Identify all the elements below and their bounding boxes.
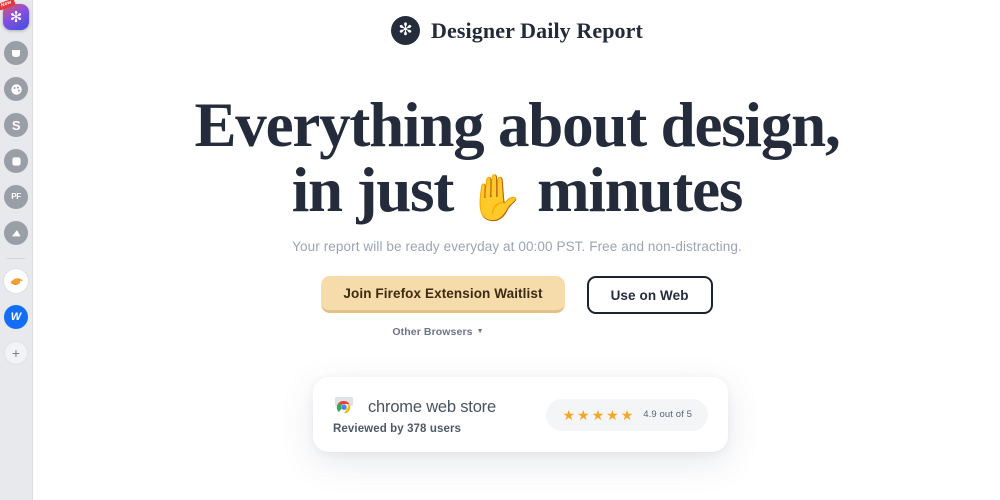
headline-line-2-before: in just — [291, 154, 455, 225]
designer-daily-report-app-icon: ✻ New — [0, 0, 29, 30]
web-page-content: ✻ Designer Daily Report Everything about… — [34, 0, 1000, 500]
mountain-icon — [4, 221, 28, 245]
asterisk-logo-icon: ✻ — [391, 16, 421, 45]
cta-button-row: Join Firefox Extension Waitlist Use on W… — [34, 275, 1000, 314]
store-title-row: chrome web store — [333, 394, 496, 421]
square-icon — [4, 149, 28, 173]
sidebar-pinned-orange-bird[interactable] — [3, 268, 29, 294]
sidebar-pinned-webflow[interactable]: W — [3, 304, 29, 330]
site-header: ✻ Designer Daily Report — [34, 0, 1000, 45]
sidebar-tab-square[interactable] — [3, 148, 29, 174]
plus-icon: + — [4, 341, 28, 365]
browser-sidebar: ✻ New S PF W + — [0, 0, 33, 500]
headline-line-1: Everything about design, — [194, 90, 840, 160]
other-browsers-dropdown[interactable]: Other Browsers ▼ — [392, 326, 483, 338]
orange-bird-icon — [4, 269, 28, 293]
add-tab-button[interactable]: + — [3, 340, 29, 366]
rating-value-text: 4.9 out of 5 — [643, 409, 692, 420]
star-icon: ★ — [620, 406, 634, 423]
sidebar-tab-pf[interactable]: PF — [3, 184, 29, 210]
chevron-down-icon: ▼ — [476, 328, 484, 336]
sidebar-tab-palette[interactable] — [3, 76, 29, 102]
sidebar-tab-designer-daily-report[interactable]: ✻ New — [0, 0, 29, 30]
store-info-block: chrome web store Reviewed by 378 users — [333, 394, 496, 435]
palette-icon — [4, 77, 28, 101]
brand-name: Designer Daily Report — [431, 17, 643, 43]
raised-hand-emoji-icon: ✋ — [467, 172, 524, 223]
star-icon: ★ — [591, 406, 605, 423]
cup-icon — [4, 41, 28, 65]
chrome-web-store-icon — [333, 394, 355, 421]
sidebar-tab-cup[interactable] — [3, 40, 29, 66]
hero-section: Everything about design, in just ✋ minut… — [34, 93, 1000, 340]
review-card: chrome web store Reviewed by 378 users ★… — [313, 377, 728, 452]
star-icon: ★ — [577, 406, 590, 423]
page-subheadline: Your report will be ready everyday at 00… — [292, 238, 742, 254]
sidebar-divider — [7, 258, 25, 259]
letter-s-icon: S — [4, 113, 28, 137]
join-firefox-extension-waitlist-button[interactable]: Join Firefox Extension Waitlist — [321, 275, 565, 313]
star-rating: ★ ★ ★ ★ ★ — [562, 408, 633, 422]
star-icon: ★ — [606, 406, 619, 423]
rating-pill: ★ ★ ★ ★ ★ 4.9 out of 5 — [546, 398, 708, 431]
star-icon: ★ — [562, 406, 575, 423]
webflow-icon: W — [4, 305, 28, 329]
pf-icon: PF — [4, 185, 28, 209]
review-count: Reviewed by 378 users — [333, 423, 462, 435]
other-browsers-label: Other Browsers — [392, 325, 473, 338]
store-name: chrome web store — [368, 398, 496, 416]
page-headline: Everything about design, in just ✋ minut… — [34, 93, 1000, 223]
headline-line-2-after: minutes — [537, 154, 743, 225]
asterisk-icon: ✻ — [9, 8, 23, 26]
brand-logo[interactable]: ✻ Designer Daily Report — [391, 16, 643, 45]
use-on-web-button[interactable]: Use on Web — [586, 275, 713, 314]
sidebar-tab-s[interactable]: S — [3, 112, 29, 138]
sidebar-tab-mountain[interactable] — [3, 220, 29, 246]
